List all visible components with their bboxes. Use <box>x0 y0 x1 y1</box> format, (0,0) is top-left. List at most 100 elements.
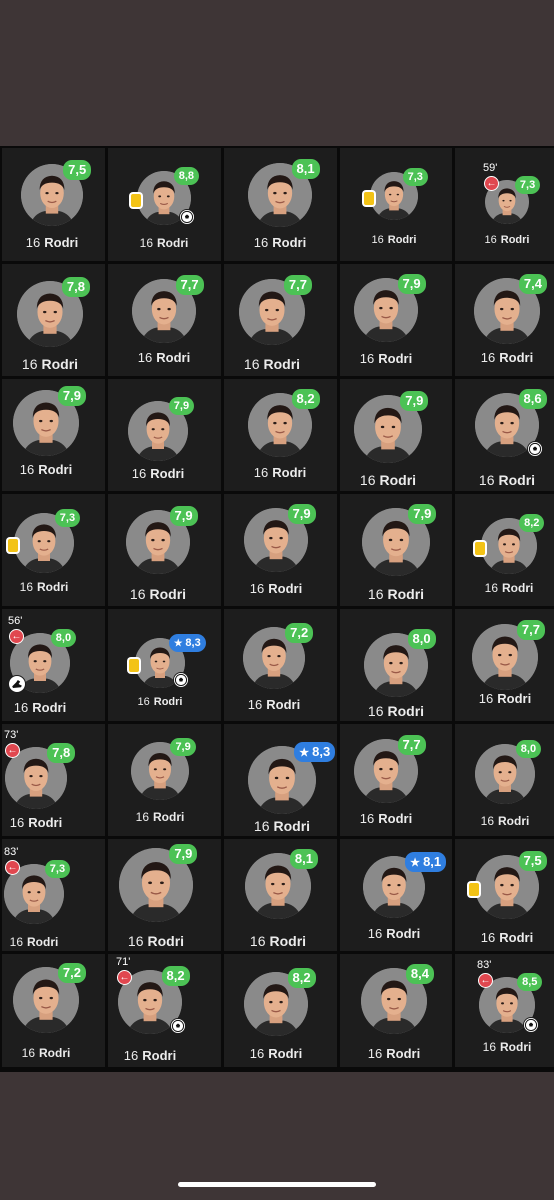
player-name-label: 16 Rodri <box>2 462 98 477</box>
shirt-number: 16 <box>480 350 496 365</box>
rating-value: 7,9 <box>62 388 81 403</box>
player-name: Rodri <box>153 810 185 824</box>
player-name-label: 16 Rodri <box>224 581 333 596</box>
rating-value: 7,9 <box>173 400 190 412</box>
match-card[interactable]: 7,5 16 Rodri <box>455 839 554 951</box>
shirt-number: 16 <box>9 935 23 949</box>
player-name-label: 16 Rodri <box>224 933 335 949</box>
player-name-label: 16 Rodri <box>460 581 554 595</box>
match-card[interactable]: 8,2 16 Rodri <box>224 379 337 491</box>
match-card[interactable]: 7,9 16 Rodri <box>108 494 221 606</box>
match-card[interactable]: ★ 8,3 16 Rodri <box>108 609 221 721</box>
player-name-label: 16 Rodri <box>108 466 215 481</box>
match-card[interactable]: 8,0 56' ← 16 Rodri <box>2 609 105 721</box>
substitution-out-icon: ← <box>117 970 132 985</box>
match-card[interactable]: 8,6 16 Rodri <box>455 379 554 491</box>
player-name: Rodri <box>153 696 183 708</box>
rating-badge: 7,3 <box>44 860 71 878</box>
shirt-number: 16 <box>123 1048 139 1063</box>
shirt-number: 16 <box>371 234 384 246</box>
shirt-number: 16 <box>21 1046 35 1060</box>
rating-value: 7,5 <box>68 162 87 177</box>
rating-value: 8,0 <box>55 632 72 644</box>
shirt-number: 16 <box>253 235 269 250</box>
match-card[interactable]: 7,9 16 Rodri <box>340 494 452 606</box>
shirt-number: 16 <box>137 350 153 365</box>
rating-badge: 7,3 <box>402 168 428 186</box>
player-name: Rodri <box>378 811 413 826</box>
match-card[interactable]: 7,3 59' ← 16 Rodri <box>455 148 554 261</box>
rating-value: 8,6 <box>523 391 542 406</box>
rating-badge: 7,9 <box>397 274 426 294</box>
substitution-out-icon: ← <box>5 743 20 758</box>
match-card[interactable]: ★ 8,1 16 Rodri <box>340 839 452 951</box>
rating-badge: 7,3 <box>54 509 81 527</box>
substitution-minute: 71' <box>116 956 131 968</box>
shirt-number: 16 <box>137 696 150 708</box>
rating-badge: 7,4 <box>518 274 547 294</box>
match-card[interactable]: 7,2 16 Rodri <box>224 609 337 721</box>
man-of-the-match-rating-badge: ★ 8,3 <box>169 634 206 652</box>
player-name-label: 16 Rodri <box>2 700 92 715</box>
match-card[interactable]: 7,7 16 Rodri <box>455 609 554 721</box>
match-card[interactable]: 7,8 16 Rodri <box>2 264 105 376</box>
match-card[interactable]: 7,7 16 Rodri <box>340 724 452 836</box>
match-card[interactable]: 7,8 73' ← 16 Rodri <box>2 724 105 836</box>
match-card[interactable]: 7,7 16 Rodri <box>108 264 221 376</box>
match-card[interactable]: 8,1 16 Rodri <box>224 839 337 951</box>
player-name: Rodri <box>157 236 189 250</box>
shirt-number: 16 <box>367 1046 383 1061</box>
match-card[interactable]: 8,0 16 Rodri <box>455 724 554 836</box>
rating-value: 7,7 <box>288 277 307 292</box>
match-card[interactable]: 7,9 16 Rodri <box>108 724 221 836</box>
match-card[interactable]: 8,2 16 Rodri <box>224 954 337 1067</box>
match-card[interactable]: 8,5 83' ← 16 Rodri <box>455 954 554 1067</box>
match-card[interactable]: 7,7 16 Rodri <box>224 264 337 376</box>
match-card[interactable]: 7,2 16 Rodri <box>2 954 105 1067</box>
goal-icon <box>173 672 189 688</box>
rating-value: 8,4 <box>410 966 429 981</box>
match-card[interactable]: 8,2 16 Rodri <box>455 494 554 606</box>
substitution-minute: 83' <box>4 846 19 858</box>
shirt-number: 16 <box>13 700 29 715</box>
player-name: Rodri <box>498 472 536 488</box>
match-card[interactable]: 7,3 16 Rodri <box>2 494 105 606</box>
rating-value: 7,2 <box>290 625 309 640</box>
player-name: Rodri <box>28 815 63 830</box>
match-card[interactable]: 8,1 16 Rodri <box>224 148 337 261</box>
rating-badge: 8,2 <box>287 968 316 988</box>
match-card[interactable]: 7,3 16 Rodri <box>340 148 452 261</box>
shirt-number: 16 <box>247 697 263 712</box>
player-name-label: 16 Rodri <box>108 586 215 602</box>
shirt-number: 16 <box>249 581 265 596</box>
match-card[interactable]: 8,2 71' ← 16 Rodri <box>108 954 221 1067</box>
player-name: Rodri <box>387 703 425 719</box>
player-name-label: 16 Rodri <box>340 926 450 941</box>
match-card[interactable]: 7,9 16 Rodri <box>108 379 221 491</box>
match-card[interactable]: 7,9 16 Rodri <box>224 494 337 606</box>
match-card[interactable]: 7,9 16 Rodri <box>2 379 105 491</box>
match-card[interactable]: 7,3 83' ← 16 Rodri <box>2 839 105 951</box>
match-card[interactable]: 7,4 16 Rodri <box>455 264 554 376</box>
match-card[interactable]: 7,9 16 Rodri <box>340 264 452 376</box>
rating-value: 7,3 <box>49 863 66 875</box>
match-card[interactable]: 8,0 16 Rodri <box>340 609 452 721</box>
rating-value: 7,9 <box>174 846 193 861</box>
rating-value: 7,8 <box>66 279 85 294</box>
match-card[interactable]: 8,4 16 Rodri <box>340 954 452 1067</box>
match-card[interactable]: 7,9 16 Rodri <box>108 839 221 951</box>
match-card[interactable]: 7,9 16 Rodri <box>340 379 452 491</box>
player-name-label: 16 Rodri <box>2 580 96 594</box>
match-card[interactable]: ★ 8,3 16 Rodri <box>224 724 337 836</box>
player-name-label: 16 Rodri <box>456 691 554 706</box>
player-name-label: 16 Rodri <box>224 235 337 250</box>
rating-value: 7,7 <box>402 737 421 752</box>
goal-icon <box>170 1018 186 1034</box>
player-rating-grid: 7,5 16 Rodri 8,8 16 Rodri 8,1 16 Rodri 7,3 16 Rodri… <box>0 146 554 1072</box>
player-name: Rodri <box>268 1046 303 1061</box>
match-card[interactable]: 8,8 16 Rodri <box>108 148 221 261</box>
star-icon: ★ <box>299 747 310 759</box>
player-name-label: 16 Rodri <box>2 935 86 949</box>
match-card[interactable]: 7,5 16 Rodri <box>2 148 105 261</box>
player-name: Rodri <box>149 586 187 602</box>
